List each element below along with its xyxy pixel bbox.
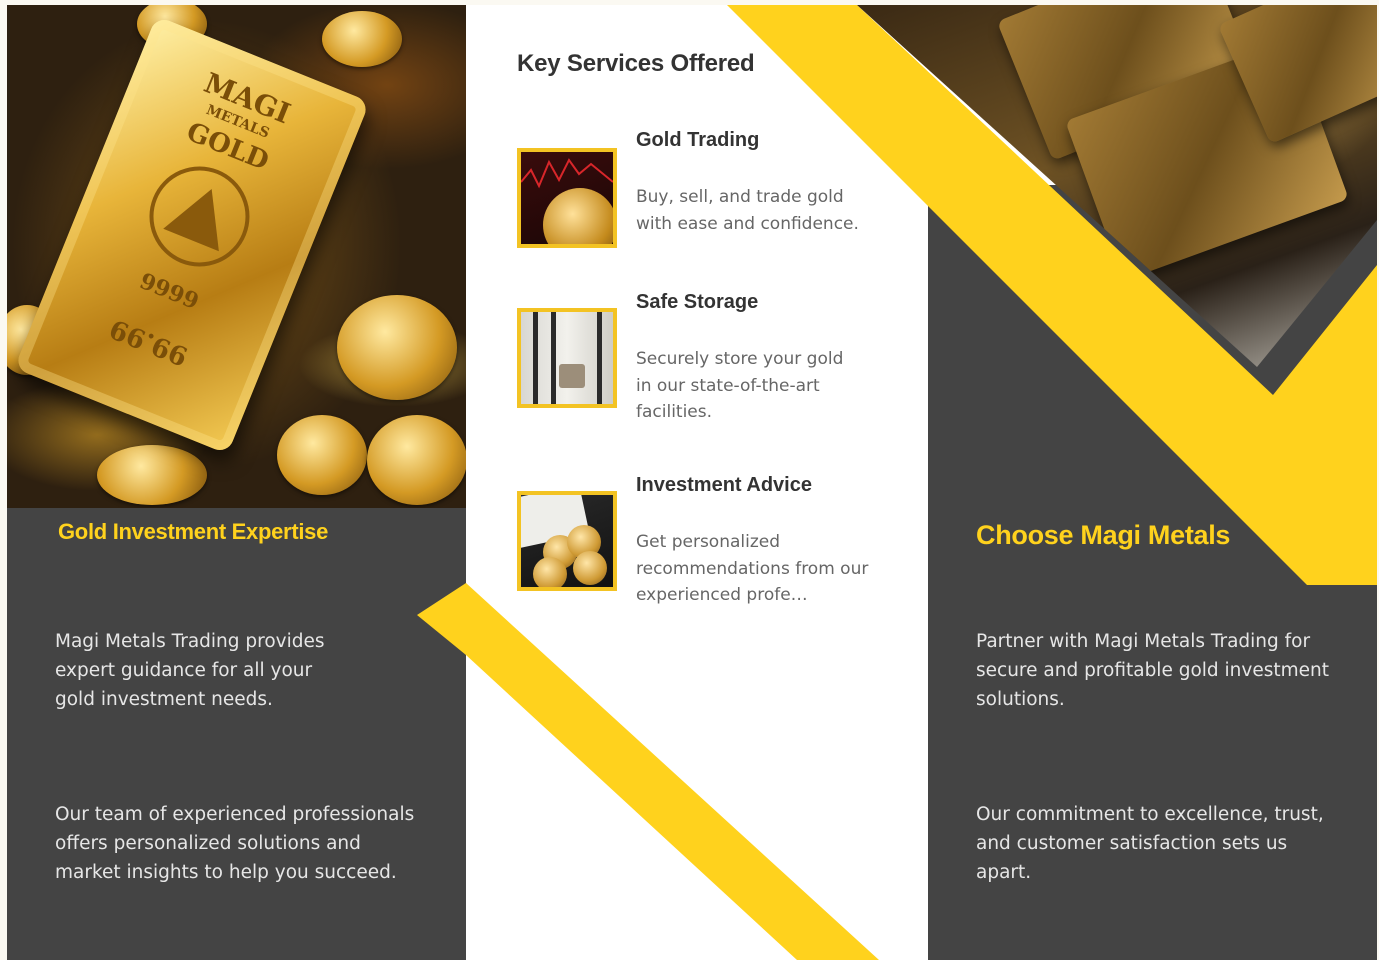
service-title-gold-trading: Gold Trading <box>636 129 760 151</box>
right-heading: Choose Magi Metals <box>976 520 1231 550</box>
left-paragraph-1: Magi Metals Trading provides expert guid… <box>55 631 325 710</box>
service-desc-investment-advice: Get personalized recommendations from ou… <box>636 532 869 605</box>
service-desc-safe-storage: Securely store your gold in our state-of… <box>636 349 844 422</box>
left-heading: Gold Investment Expertise <box>58 519 329 544</box>
service-desc-gold-trading: Buy, sell, and trade gold with ease and … <box>636 187 859 234</box>
gold-trading-image <box>517 148 617 248</box>
service-title-safe-storage: Safe Storage <box>636 291 759 313</box>
services-title: Key Services Offered <box>517 50 755 77</box>
right-paragraph-2: Our commitment to excellence, trust, and… <box>976 804 1324 883</box>
left-dark-panel <box>7 508 466 960</box>
left-paragraph-2: Our team of experienced professionals of… <box>55 804 415 883</box>
gold-bar: MAGI METALS GOLD 9999 99.99 <box>14 15 370 455</box>
middle-yellow-diagonal <box>466 583 879 960</box>
brochure-page: MAGI METALS GOLD 9999 99.99 Gold Investm… <box>7 5 1377 960</box>
right-paragraph-1: Partner with Magi Metals Trading for sec… <box>976 631 1330 710</box>
safe-storage-image <box>517 308 617 408</box>
investment-advice-image <box>517 491 617 591</box>
gold-bar-photo: MAGI METALS GOLD 9999 99.99 <box>7 5 466 508</box>
service-title-investment-advice: Investment Advice <box>636 474 812 496</box>
